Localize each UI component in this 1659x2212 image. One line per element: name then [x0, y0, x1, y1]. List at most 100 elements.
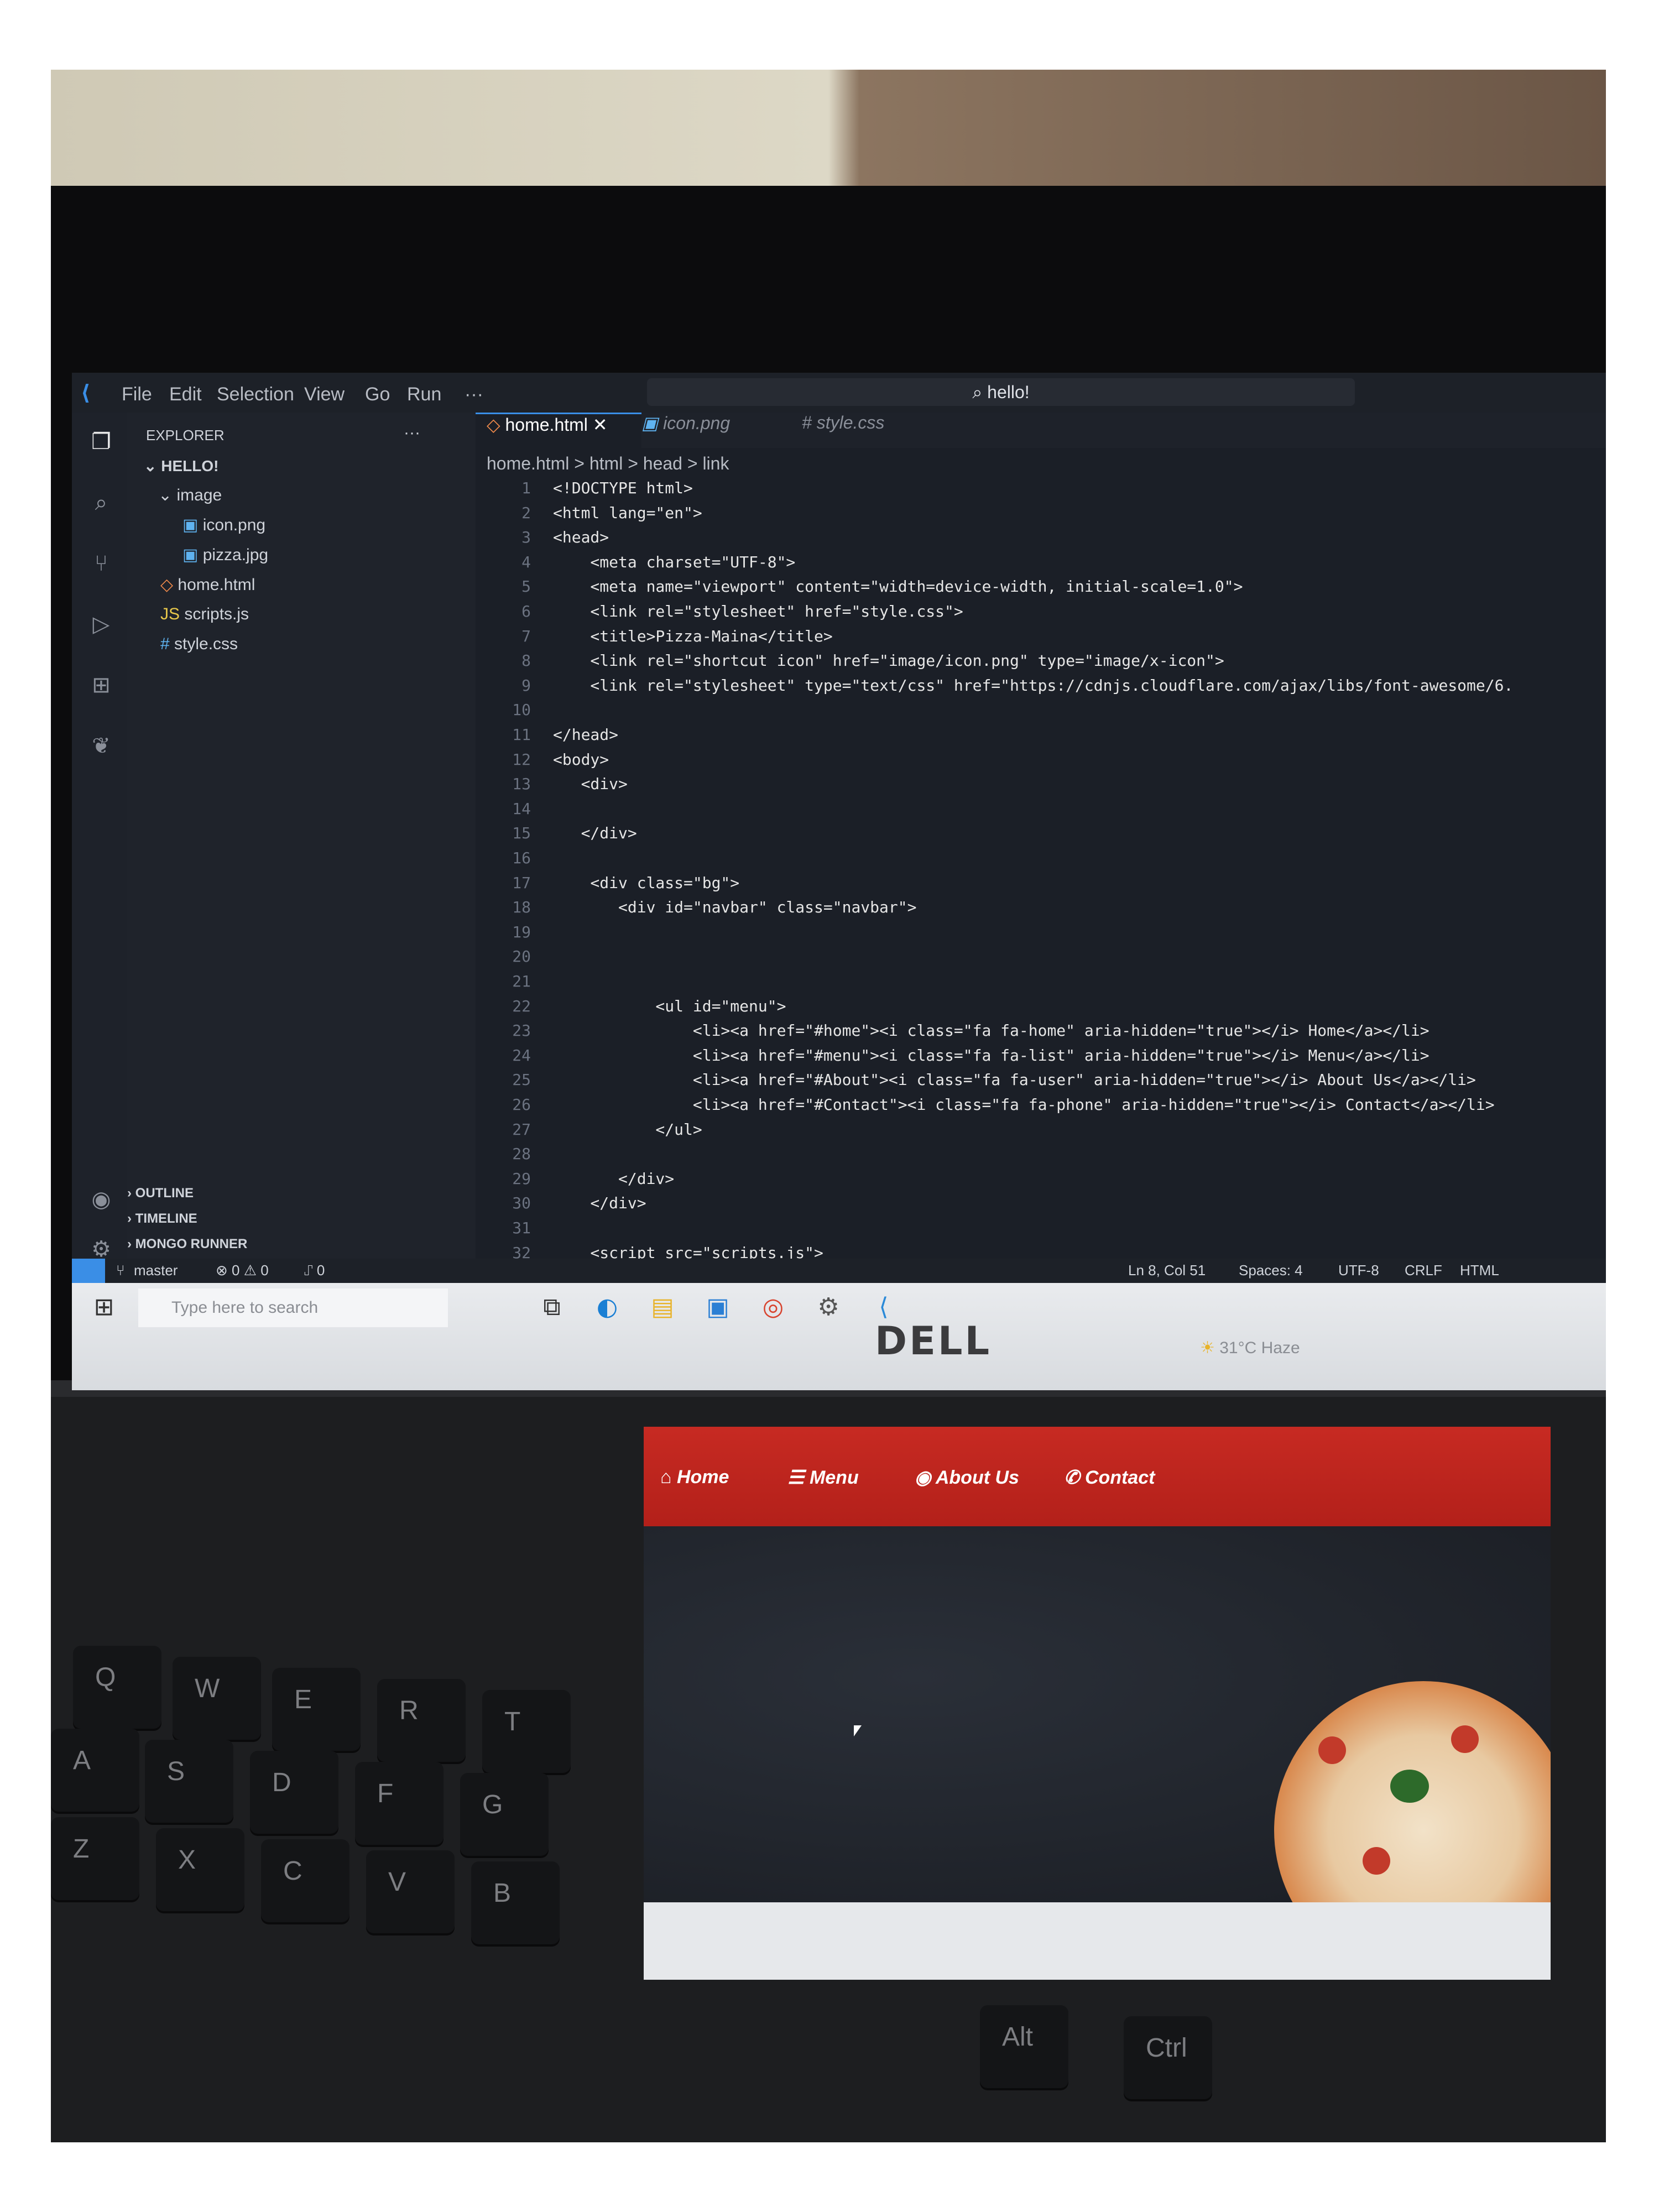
explorer-icon[interactable]: ❐ — [88, 429, 114, 455]
tab-icon-png[interactable]: ▣ icon.png — [630, 413, 741, 448]
nav-home[interactable]: ⌂ Home — [660, 1467, 729, 1488]
mongodb-leaf-icon[interactable]: ❦ — [88, 733, 114, 759]
key-g[interactable]: G — [460, 1773, 549, 1856]
status-problems[interactable]: ⊗ 0 ⚠ 0 — [216, 1262, 269, 1279]
tree-file-icon-png[interactable]: ▣ icon.png — [182, 515, 265, 535]
code-line: <li><a href="#Contact"><i class="fa fa-p… — [553, 1095, 1495, 1114]
tree-item-label: style.css — [174, 635, 238, 653]
close-icon[interactable]: ✕ — [593, 415, 608, 435]
key-f[interactable]: F — [355, 1762, 444, 1845]
tab-style-css[interactable]: # style.css — [791, 413, 895, 448]
second-monitor-website: ⌂ Home ☰ Menu ◉ About Us ✆ Contact — [644, 1427, 1551, 1980]
code-line: <link rel="stylesheet" type="text/css" h… — [553, 676, 1514, 695]
key-d[interactable]: D — [250, 1751, 338, 1834]
task-view-icon[interactable]: ⧉ — [536, 1293, 567, 1324]
chevron-right-icon: › — [127, 1186, 135, 1201]
tab-label: icon.png — [663, 413, 731, 433]
status-language[interactable]: HTML — [1460, 1262, 1499, 1279]
nav-label: About Us — [935, 1467, 1019, 1488]
key-alt[interactable]: Alt — [980, 2005, 1068, 2088]
key-z[interactable]: Z — [51, 1817, 139, 1900]
key-r[interactable]: R — [377, 1679, 466, 1762]
second-monitor-taskbar — [644, 1902, 1551, 1980]
nav-about[interactable]: ◉ About Us — [915, 1467, 1019, 1489]
code-line: <ul id="menu"> — [553, 997, 786, 1015]
code-line: <link rel="shortcut icon" href="image/ic… — [553, 651, 1224, 670]
code-line: <li><a href="#menu"><i class="fa fa-list… — [553, 1046, 1430, 1065]
line-number: 24 — [512, 1046, 531, 1065]
panel-label: OUTLINE — [135, 1186, 194, 1201]
windows-start-icon[interactable]: ⊞ — [88, 1293, 119, 1324]
workspace-folder[interactable]: ⌄ HELLO! — [144, 457, 218, 475]
key-e[interactable]: E — [272, 1668, 361, 1751]
command-center[interactable]: ⌕ hello! — [647, 378, 1355, 406]
key-t[interactable]: T — [482, 1690, 571, 1773]
nav-contact[interactable]: ✆ Contact — [1064, 1467, 1155, 1489]
status-position[interactable]: Ln 8, Col 51 — [1128, 1262, 1206, 1279]
menu-view[interactable]: View — [304, 384, 345, 405]
tree-file-style-css[interactable]: # style.css — [160, 635, 238, 654]
menu-more[interactable]: ··· — [465, 384, 483, 405]
line-number: 26 — [512, 1095, 531, 1114]
remote-icon[interactable] — [72, 1259, 105, 1283]
status-bar: ⑂ master ⊗ 0 ⚠ 0 ⑀ 0 Ln 8, Col 51 Spaces… — [72, 1259, 1606, 1283]
js-file-icon: JS — [160, 605, 185, 623]
file-explorer-icon[interactable]: ▤ — [647, 1293, 678, 1324]
line-number: 10 — [512, 701, 531, 719]
edge-icon[interactable]: ◐ — [592, 1293, 623, 1324]
account-icon[interactable]: ◉ — [88, 1187, 114, 1212]
run-debug-icon[interactable]: ▷ — [88, 612, 114, 637]
menu-selection[interactable]: Selection — [217, 384, 294, 405]
tree-file-pizza-jpg[interactable]: ▣ pizza.jpg — [182, 545, 268, 565]
line-number: 9 — [521, 676, 531, 695]
panel-mongo-runner[interactable]: › MONGO RUNNER — [127, 1237, 476, 1261]
tree-file-scripts-js[interactable]: JS scripts.js — [160, 605, 249, 624]
menu-edit[interactable]: Edit — [169, 384, 202, 405]
key-ctrl[interactable]: Ctrl — [1124, 2016, 1212, 2099]
nav-label: Contact — [1084, 1467, 1155, 1488]
key-w[interactable]: W — [173, 1657, 261, 1740]
code-line: <div> — [553, 775, 628, 794]
key-q[interactable]: Q — [73, 1646, 161, 1729]
panel-outline[interactable]: › OUTLINE — [127, 1186, 476, 1210]
pepperoni — [1318, 1736, 1346, 1764]
mouse-cursor — [854, 1725, 862, 1736]
panel-timeline[interactable]: › TIMELINE — [127, 1211, 476, 1235]
taskbar-search[interactable]: Type here to search — [138, 1288, 448, 1327]
line-number: 19 — [512, 922, 531, 941]
store-icon[interactable]: ▣ — [702, 1293, 733, 1324]
menu-go[interactable]: Go — [365, 384, 390, 405]
code-line: <li><a href="#home"><i class="fa fa-home… — [553, 1021, 1430, 1040]
key-s[interactable]: S — [145, 1740, 233, 1823]
image-file-icon: ▣ — [182, 516, 203, 534]
code-line: <li><a href="#About"><i class="fa fa-use… — [553, 1071, 1476, 1089]
search-icon[interactable]: ⌕ — [88, 490, 114, 515]
menu-run[interactable]: Run — [407, 384, 441, 405]
key-x[interactable]: X — [156, 1828, 244, 1911]
tab-home-html[interactable]: ◇ home.html ✕ — [476, 413, 641, 450]
chevron-right-icon: › — [127, 1211, 135, 1226]
status-encoding[interactable]: UTF-8 — [1338, 1262, 1379, 1279]
status-eol[interactable]: CRLF — [1405, 1262, 1442, 1279]
key-v[interactable]: V — [366, 1850, 455, 1933]
key-a[interactable]: A — [51, 1729, 139, 1812]
chevron-right-icon: › — [127, 1237, 135, 1251]
css-file-icon: # — [160, 635, 175, 653]
status-branch[interactable]: master — [134, 1262, 178, 1279]
tree-folder-image[interactable]: ⌄ image — [158, 486, 222, 505]
status-ports[interactable]: ⑀ 0 — [304, 1262, 325, 1279]
weather-widget[interactable]: ☀ 31°C Haze — [1200, 1338, 1300, 1358]
tree-file-home-html[interactable]: ◇ home.html — [160, 575, 255, 594]
key-b[interactable]: B — [471, 1861, 560, 1944]
source-control-icon[interactable]: ⑂ — [88, 551, 114, 576]
extensions-icon[interactable]: ⊞ — [88, 672, 114, 698]
key-c[interactable]: C — [261, 1839, 349, 1922]
explorer-more-button[interactable]: ··· — [404, 424, 420, 442]
status-spaces[interactable]: Spaces: 4 — [1239, 1262, 1303, 1279]
code-line: </ul> — [553, 1120, 702, 1139]
breadcrumb[interactable]: home.html > html > head > link — [487, 453, 729, 474]
nav-menu[interactable]: ☰ Menu — [787, 1467, 859, 1489]
settings-icon[interactable]: ⚙ — [813, 1293, 844, 1324]
menu-file[interactable]: File — [122, 384, 152, 405]
chrome-icon[interactable]: ◎ — [758, 1293, 789, 1324]
